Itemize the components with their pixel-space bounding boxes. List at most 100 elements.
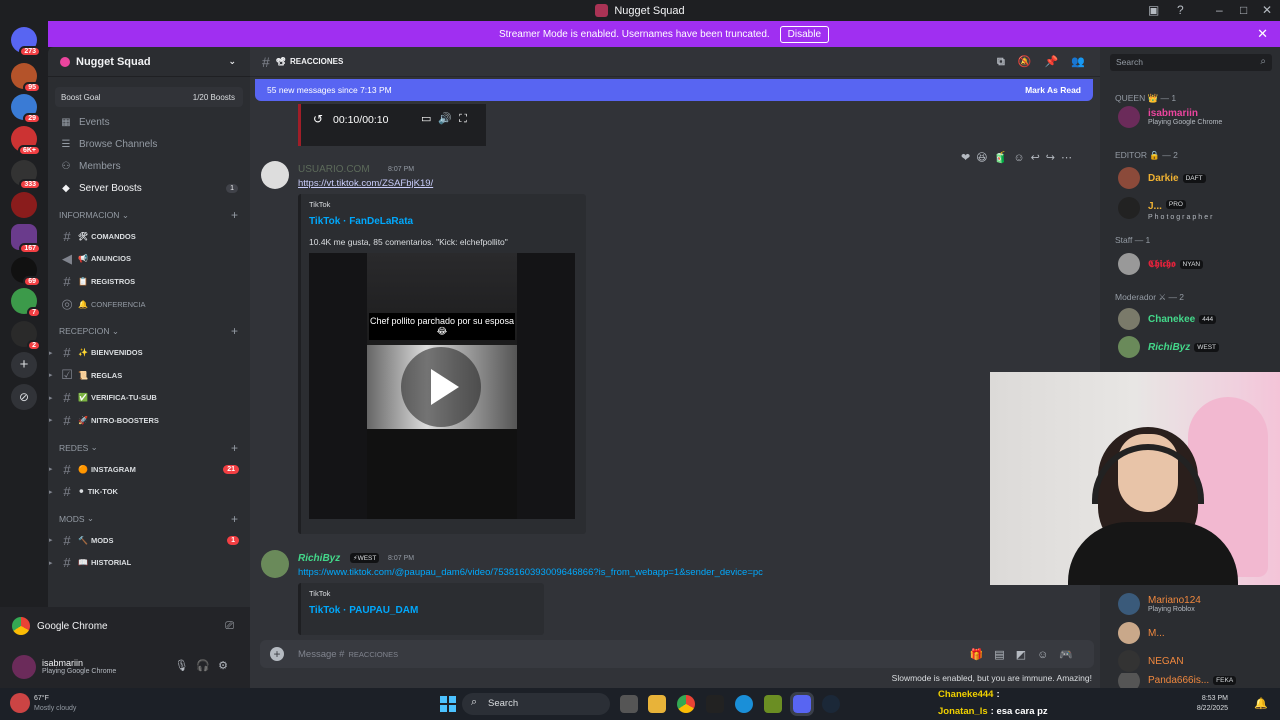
add-channel-icon[interactable]: + xyxy=(231,441,238,455)
steam-icon[interactable] xyxy=(822,695,840,713)
system-clock[interactable]: 8:53 PM 8/22/2025 xyxy=(1197,694,1228,714)
weather-icon[interactable] xyxy=(10,693,30,713)
add-channel-icon[interactable]: + xyxy=(231,512,238,526)
member-item[interactable]: Darkie DAFT xyxy=(1118,166,1206,190)
help-icon[interactable]: ? xyxy=(1177,3,1184,17)
server-icon[interactable]: 333 xyxy=(11,160,41,190)
nav-members[interactable]: ⚇ Members xyxy=(48,155,250,177)
close-banner-icon[interactable]: ✕ xyxy=(1257,26,1268,42)
volume-icon[interactable]: 🔊 xyxy=(438,113,459,125)
channel-comandos[interactable]: # 🛠 COMANDOS xyxy=(48,225,250,248)
server-icon[interactable]: 69 xyxy=(11,257,41,287)
channel-reglas[interactable]: ▸ ☑ 📜 REGLAS xyxy=(48,364,250,387)
gif-icon[interactable]: ▤ xyxy=(994,649,1015,661)
member-item[interactable]: Mariano124 Playing Roblox xyxy=(1118,592,1201,616)
home-button[interactable]: 273 xyxy=(11,27,41,57)
server-icon[interactable]: 6K+ xyxy=(11,126,41,156)
channel-tik-tok[interactable]: ▸ # ⚫ TIK-TOK xyxy=(48,480,250,503)
member-item[interactable]: Chanekee 444 xyxy=(1118,307,1217,331)
discover-icon[interactable]: ⊘ xyxy=(11,384,37,410)
inbox-icon[interactable]: ▣ xyxy=(1148,3,1159,17)
weather-widget[interactable]: 67°F Mostly cloudy xyxy=(34,694,76,714)
disable-button[interactable]: Disable xyxy=(779,25,830,43)
maximize-icon[interactable]: □ xyxy=(1240,3,1247,17)
task-view-icon[interactable] xyxy=(620,695,638,713)
member-item[interactable]: 𝕮𝖍𝖎𝖈𝖍𝖔 NYAN xyxy=(1118,252,1204,276)
notification-bell-icon[interactable]: 🔕 xyxy=(1018,56,1045,68)
notification-bell-icon[interactable]: 🔔 xyxy=(1254,697,1268,710)
chrome-icon[interactable] xyxy=(677,695,695,713)
server-icon[interactable]: 7 xyxy=(11,288,41,318)
category-redes[interactable]: REDES ⌄ + xyxy=(48,438,250,458)
nav-events[interactable]: ▦ Events xyxy=(48,111,250,133)
pin-icon[interactable]: 📌 xyxy=(1045,56,1072,68)
headphones-icon[interactable]: 🎧 xyxy=(196,660,218,672)
channel-anuncios[interactable]: ◀ 📢 ANUNCIOS xyxy=(48,248,250,271)
message-author[interactable]: USUARIO.COM xyxy=(298,164,370,175)
channel-verifica-tu-sub[interactable]: ▸ # ✅ VERIFICA-TU-SUB xyxy=(48,387,250,410)
file-explorer-icon[interactable] xyxy=(648,695,666,713)
app-icon[interactable] xyxy=(706,695,724,713)
channel-bienvenidos[interactable]: ▸ # ✨ BIENVENIDOS xyxy=(48,341,250,364)
new-messages-bar[interactable]: 55 new messages since 7:13 PM Mark As Re… xyxy=(255,79,1093,101)
video-player[interactable]: ↺ 00:10/00:10 ▭🔊⛶ xyxy=(298,104,486,146)
server-header[interactable]: Nugget Squad ⌄ xyxy=(48,47,250,77)
message-composer[interactable]: + Message # REACCIONES 🎁▤◩☺🎮 xyxy=(260,640,1094,668)
add-server-icon[interactable]: + xyxy=(11,352,37,378)
discord-icon[interactable] xyxy=(790,692,814,716)
member-item[interactable]: Panda666is... FEKA xyxy=(1118,673,1237,688)
category-informacion[interactable]: INFORMACION ⌄ + xyxy=(48,205,250,225)
embed-title[interactable]: TikTok · PAUPAU_DAM xyxy=(309,605,418,616)
heart-reaction-icon[interactable]: ❤ xyxy=(961,152,976,164)
add-attachment-icon[interactable]: + xyxy=(270,647,284,661)
chevron-down-icon[interactable]: ⌄ xyxy=(228,56,236,67)
avatar[interactable] xyxy=(261,550,289,578)
activity-panel[interactable]: Google Chrome ⎚ xyxy=(0,607,250,645)
start-button[interactable] xyxy=(440,696,456,712)
message-author[interactable]: RichiByz xyxy=(298,553,340,564)
member-item[interactable]: J... PRO Photographer xyxy=(1118,196,1214,221)
add-channel-icon[interactable]: + xyxy=(231,324,238,338)
add-reaction-icon[interactable]: ☺ xyxy=(1013,152,1030,164)
captions-icon[interactable]: ▭ xyxy=(421,113,438,125)
taskbar-search[interactable]: ⌕ Search xyxy=(462,693,610,715)
reply-icon[interactable]: ↩ xyxy=(1031,152,1046,164)
channel-registros[interactable]: # 📋 REGISTROS xyxy=(48,270,250,293)
threads-icon[interactable]: ⧉ xyxy=(997,56,1018,68)
more-icon[interactable]: ⋯ xyxy=(1061,152,1078,164)
add-channel-icon[interactable]: + xyxy=(231,208,238,222)
laugh-reaction-icon[interactable]: 😆 xyxy=(976,152,993,164)
apps-icon[interactable]: 🎮 xyxy=(1059,649,1084,661)
server-icon[interactable]: 95 xyxy=(11,63,41,93)
boost-goal[interactable]: Boost Goal 1/20 Boosts xyxy=(55,87,243,107)
screen-share-icon[interactable]: ⎚ xyxy=(225,620,234,633)
message-link[interactable]: https://www.tiktok.com/@paupau_dam6/vide… xyxy=(298,567,763,578)
embed-title[interactable]: TikTok · FanDeLaRata xyxy=(309,216,413,227)
avatar[interactable] xyxy=(261,161,289,189)
member-item[interactable]: RichiByz WEST xyxy=(1118,335,1220,359)
mark-as-read-button[interactable]: Mark As Read xyxy=(1025,85,1081,95)
edge-icon[interactable] xyxy=(735,695,753,713)
member-item[interactable]: isabmariin Playing Google Chrome xyxy=(1118,105,1222,129)
member-list-icon[interactable]: 👥 xyxy=(1071,56,1098,68)
forward-icon[interactable]: ↪ xyxy=(1046,152,1061,164)
nav-server-boosts[interactable]: ◆ Server Boosts 1 xyxy=(48,177,250,199)
nav-browse-channels[interactable]: ☰ Browse Channels xyxy=(48,133,250,155)
sticker-icon[interactable]: ◩ xyxy=(1016,649,1037,661)
channel-historial[interactable]: ▸ # 📖 HISTORIAL xyxy=(48,552,250,575)
fullscreen-icon[interactable]: ⛶ xyxy=(459,113,474,125)
emoji-icon[interactable]: ☺ xyxy=(1037,649,1059,661)
member-item[interactable]: NEGAN xyxy=(1118,649,1184,673)
close-window-icon[interactable]: ✕ xyxy=(1262,3,1272,17)
server-icon[interactable]: 29 xyxy=(11,94,41,124)
play-icon[interactable] xyxy=(401,347,481,427)
category-recepcion[interactable]: RECEPCION ⌄ + xyxy=(48,321,250,341)
reaction-icon[interactable]: 🧃 xyxy=(994,152,1014,164)
minimize-icon[interactable]: – xyxy=(1216,3,1223,17)
embed-video[interactable]: Chef pollito parchado por su esposa 😂 xyxy=(309,253,575,519)
channel-mods[interactable]: ▸ # 🔨 MODS 1 xyxy=(48,529,250,552)
channel-nitro-boosters[interactable]: ▸ # 🚀 NITRO-BOOSTERS xyxy=(48,409,250,432)
app-icon[interactable] xyxy=(764,695,782,713)
server-icon[interactable]: 2 xyxy=(11,321,41,351)
replay-icon[interactable]: ↺ xyxy=(313,112,323,126)
